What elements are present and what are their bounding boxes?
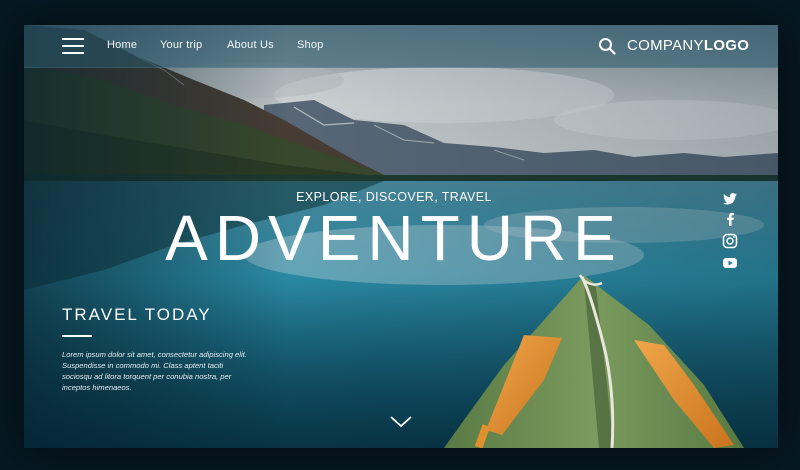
heading-underline: [62, 335, 92, 337]
facebook-icon[interactable]: [722, 211, 738, 227]
body-line: Suspendisse in commodo mi. Class aptent …: [62, 361, 224, 370]
top-navigation-bar: Home Your trip About Us Shop COMPANYLOGO: [24, 25, 778, 68]
menu-line: [62, 38, 84, 40]
chevron-down-icon[interactable]: [389, 415, 413, 429]
search-icon[interactable]: [598, 37, 616, 55]
hero-banner: Home Your trip About Us Shop COMPANYLOGO…: [24, 25, 778, 448]
logo-logo-text: LOGO: [703, 37, 750, 54]
nav-link-about-us[interactable]: About Us: [227, 39, 274, 51]
menu-line: [62, 52, 84, 54]
youtube-icon[interactable]: [722, 255, 738, 271]
nav-link-your-trip[interactable]: Your trip: [160, 39, 202, 51]
company-logo[interactable]: COMPANYLOGO: [627, 37, 749, 54]
logo-company-text: COMPANY: [627, 37, 704, 54]
menu-line: [62, 45, 84, 47]
body-line: sociosqu ad litora torquent per conubia …: [62, 372, 232, 381]
section-body-text: Lorem ipsum dolor sit amet, consectetur …: [62, 349, 282, 393]
hero-headline: ADVENTURE: [165, 202, 623, 274]
body-line: inceptos himenaeos.: [62, 383, 132, 392]
hamburger-menu-icon[interactable]: [62, 38, 84, 54]
nav-link-shop[interactable]: Shop: [297, 39, 324, 51]
nav-link-home[interactable]: Home: [107, 39, 137, 51]
instagram-icon[interactable]: [722, 233, 738, 249]
section-heading: TRAVEL TODAY: [62, 305, 212, 324]
body-line: Lorem ipsum dolor sit amet, consectetur …: [62, 350, 247, 359]
twitter-icon[interactable]: [722, 191, 738, 207]
